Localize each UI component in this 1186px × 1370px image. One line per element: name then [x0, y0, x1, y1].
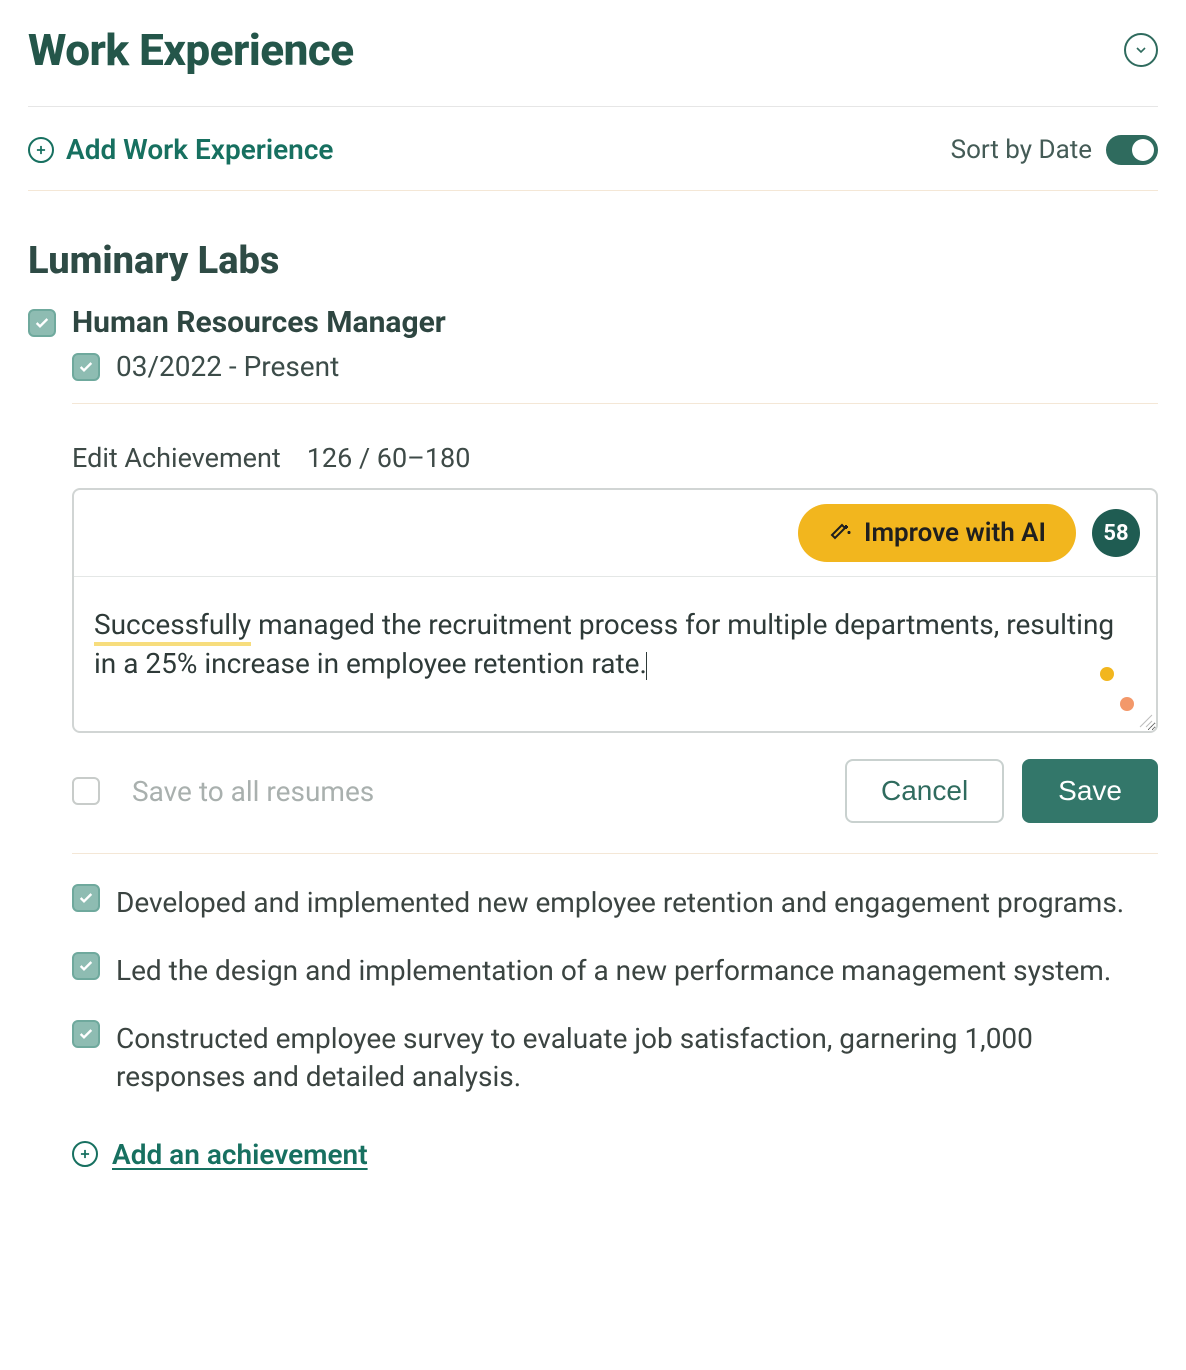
- indicator-dot-orange: [1120, 697, 1134, 711]
- job-title-row: Human Resources Manager: [28, 305, 1158, 340]
- action-row: Save to all resumes Cancel Save: [72, 759, 1158, 854]
- section-header: Work Experience: [28, 24, 1158, 107]
- highlight-word: Successfully: [94, 608, 251, 646]
- achievement-text: Led the design and implementation of a n…: [116, 952, 1158, 990]
- check-icon: [78, 1026, 94, 1042]
- add-achievement-label: Add an achievement: [112, 1138, 368, 1171]
- score-badge: 58: [1092, 509, 1140, 557]
- achievement-checkbox[interactable]: [72, 1020, 100, 1048]
- improve-with-ai-button[interactable]: Improve with AI: [798, 504, 1076, 562]
- save-button[interactable]: Save: [1022, 759, 1158, 823]
- achievement-editor: Improve with AI 58 Successfully managed …: [72, 488, 1158, 733]
- char-count: 126 / 60–180: [307, 442, 471, 474]
- wand-icon: [828, 521, 852, 545]
- plus-circle-icon: [72, 1141, 98, 1167]
- edit-label-row: Edit Achievement 126 / 60–180: [72, 442, 1158, 474]
- text-caret: [646, 652, 647, 680]
- achievement-textarea[interactable]: Successfully managed the recruitment pro…: [74, 577, 1156, 731]
- add-achievement-link[interactable]: Add an achievement: [72, 1138, 1158, 1171]
- add-work-experience-link[interactable]: Add Work Experience: [28, 133, 334, 166]
- date-range: 03/2022 - Present: [116, 350, 339, 383]
- toolbar: Add Work Experience Sort by Date: [28, 107, 1158, 191]
- check-icon: [78, 958, 94, 974]
- editor-header: Improve with AI 58: [74, 490, 1156, 577]
- job-title: Human Resources Manager: [72, 305, 446, 340]
- achievement-text: Constructed employee survey to evaluate …: [116, 1020, 1158, 1096]
- achievement-item: Led the design and implementation of a n…: [72, 952, 1158, 990]
- achievement-item: Developed and implemented new employee r…: [72, 884, 1158, 922]
- date-checkbox[interactable]: [72, 353, 100, 381]
- achievement-checkbox[interactable]: [72, 952, 100, 980]
- resize-handle-icon[interactable]: [1138, 713, 1154, 729]
- job-checkbox[interactable]: [28, 309, 56, 337]
- add-work-experience-label: Add Work Experience: [66, 133, 334, 166]
- company-name: Luminary Labs: [28, 239, 1158, 283]
- collapse-button[interactable]: [1124, 33, 1158, 67]
- save-all-label: Save to all resumes: [132, 775, 374, 808]
- chevron-down-icon: [1133, 42, 1149, 58]
- sort-label: Sort by Date: [951, 135, 1092, 165]
- achievement-checkbox[interactable]: [72, 884, 100, 912]
- check-icon: [34, 315, 50, 331]
- cancel-button[interactable]: Cancel: [845, 759, 1004, 823]
- sort-toggle[interactable]: [1106, 135, 1158, 165]
- date-row: 03/2022 - Present: [72, 350, 1158, 404]
- check-icon: [78, 890, 94, 906]
- section-title: Work Experience: [28, 24, 354, 76]
- achievement-item: Constructed employee survey to evaluate …: [72, 1020, 1158, 1096]
- improve-label: Improve with AI: [864, 518, 1046, 548]
- plus-circle-icon: [28, 137, 54, 163]
- achievement-text: Developed and implemented new employee r…: [116, 884, 1158, 922]
- sort-control: Sort by Date: [951, 135, 1158, 165]
- edit-achievement-label: Edit Achievement: [72, 442, 281, 474]
- check-icon: [78, 359, 94, 375]
- save-all-checkbox[interactable]: [72, 777, 100, 805]
- indicator-dot-yellow: [1100, 667, 1114, 681]
